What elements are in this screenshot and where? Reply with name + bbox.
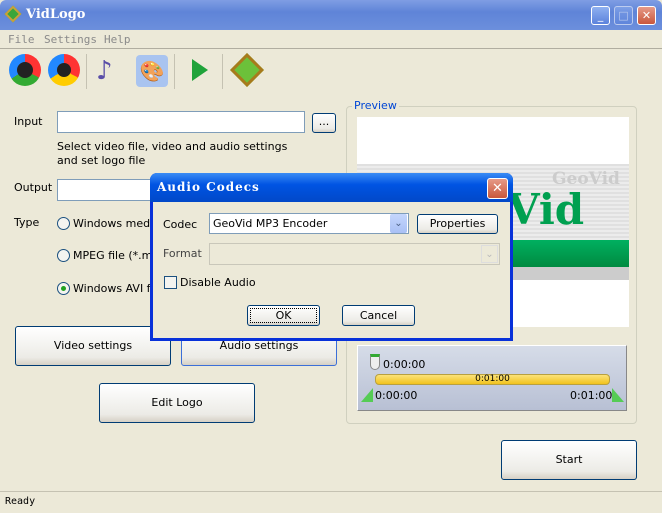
input-field[interactable] — [57, 111, 305, 133]
audio-codecs-dialog: Audio Codecs ✕ Codec GeoVid MP3 Encoder … — [150, 173, 513, 341]
disable-audio-checkbox[interactable] — [164, 276, 177, 289]
start-marker[interactable] — [361, 388, 373, 402]
toolbar-separator — [86, 54, 87, 89]
properties-button[interactable]: Properties — [417, 214, 498, 234]
chevron-down-icon: ⌄ — [481, 245, 498, 263]
ok-button[interactable]: OK — [247, 305, 320, 326]
preview-label: Preview — [352, 99, 399, 112]
preview-logo-text: Vid — [507, 185, 585, 234]
title-bar — [0, 0, 662, 30]
browse-button[interactable]: ... — [312, 113, 336, 133]
disable-audio-label: Disable Audio — [180, 276, 256, 289]
radio-windows-media-label: Windows media — [73, 217, 160, 230]
current-time: 0:00:00 — [383, 358, 426, 371]
output-label: Output — [14, 181, 53, 194]
play-icon[interactable] — [192, 59, 208, 81]
playhead-handle[interactable] — [370, 354, 380, 370]
chevron-down-icon[interactable]: ⌄ — [390, 214, 407, 233]
start-time: 0:00:00 — [375, 389, 418, 402]
dialog-close-button[interactable]: ✕ — [487, 178, 508, 199]
radio-avi[interactable] — [57, 282, 70, 295]
menu-bar — [0, 30, 662, 49]
video-settings-button[interactable]: Video settings — [15, 326, 171, 366]
menu-help[interactable]: Help — [104, 33, 131, 46]
window-title: VidLogo — [26, 7, 86, 22]
hint-line-2: and set logo file — [57, 154, 146, 167]
menu-settings[interactable]: Settings — [44, 33, 97, 46]
minimize-button[interactable]: _ — [591, 6, 610, 25]
maximize-button[interactable]: □ — [614, 6, 633, 25]
edit-logo-button[interactable]: Edit Logo — [99, 383, 255, 423]
dialog-body: Codec GeoVid MP3 Encoder ⌄ Properties Fo… — [153, 202, 510, 338]
hint-line-1: Select video file, video and audio setti… — [57, 140, 288, 153]
end-time: 0:01:00 — [570, 389, 613, 402]
format-label: Format — [163, 247, 202, 260]
codec-value: GeoVid MP3 Encoder — [213, 217, 328, 230]
radio-mpeg[interactable] — [57, 249, 70, 262]
menu-file[interactable]: File — [8, 33, 35, 46]
type-label: Type — [14, 216, 40, 229]
radio-windows-media[interactable] — [57, 217, 70, 230]
batch-video-icon[interactable] — [48, 54, 80, 86]
end-marker[interactable] — [612, 388, 624, 402]
logo-paint-icon[interactable]: 🎨 — [136, 55, 168, 87]
codec-select[interactable]: GeoVid MP3 Encoder ⌄ — [209, 213, 409, 234]
open-video-icon[interactable] — [9, 54, 41, 86]
timeline[interactable]: 0:00:00 0:01:00 0:00:00 0:01:00 — [357, 345, 627, 411]
timeline-bar[interactable]: 0:01:00 — [375, 374, 610, 385]
input-label: Input — [14, 115, 43, 128]
dialog-title: Audio Codecs — [157, 180, 260, 194]
toolbar-separator — [174, 54, 175, 89]
format-select[interactable]: ⌄ — [209, 243, 500, 265]
audio-icon[interactable]: ♪ — [96, 56, 128, 86]
toolbar-separator — [222, 54, 223, 89]
film-icon[interactable] — [230, 53, 264, 87]
status-bar: Ready — [0, 491, 662, 513]
close-button[interactable]: ✕ — [637, 6, 656, 25]
codec-label: Codec — [163, 218, 198, 231]
cancel-button[interactable]: Cancel — [342, 305, 415, 326]
start-button[interactable]: Start — [501, 440, 637, 480]
